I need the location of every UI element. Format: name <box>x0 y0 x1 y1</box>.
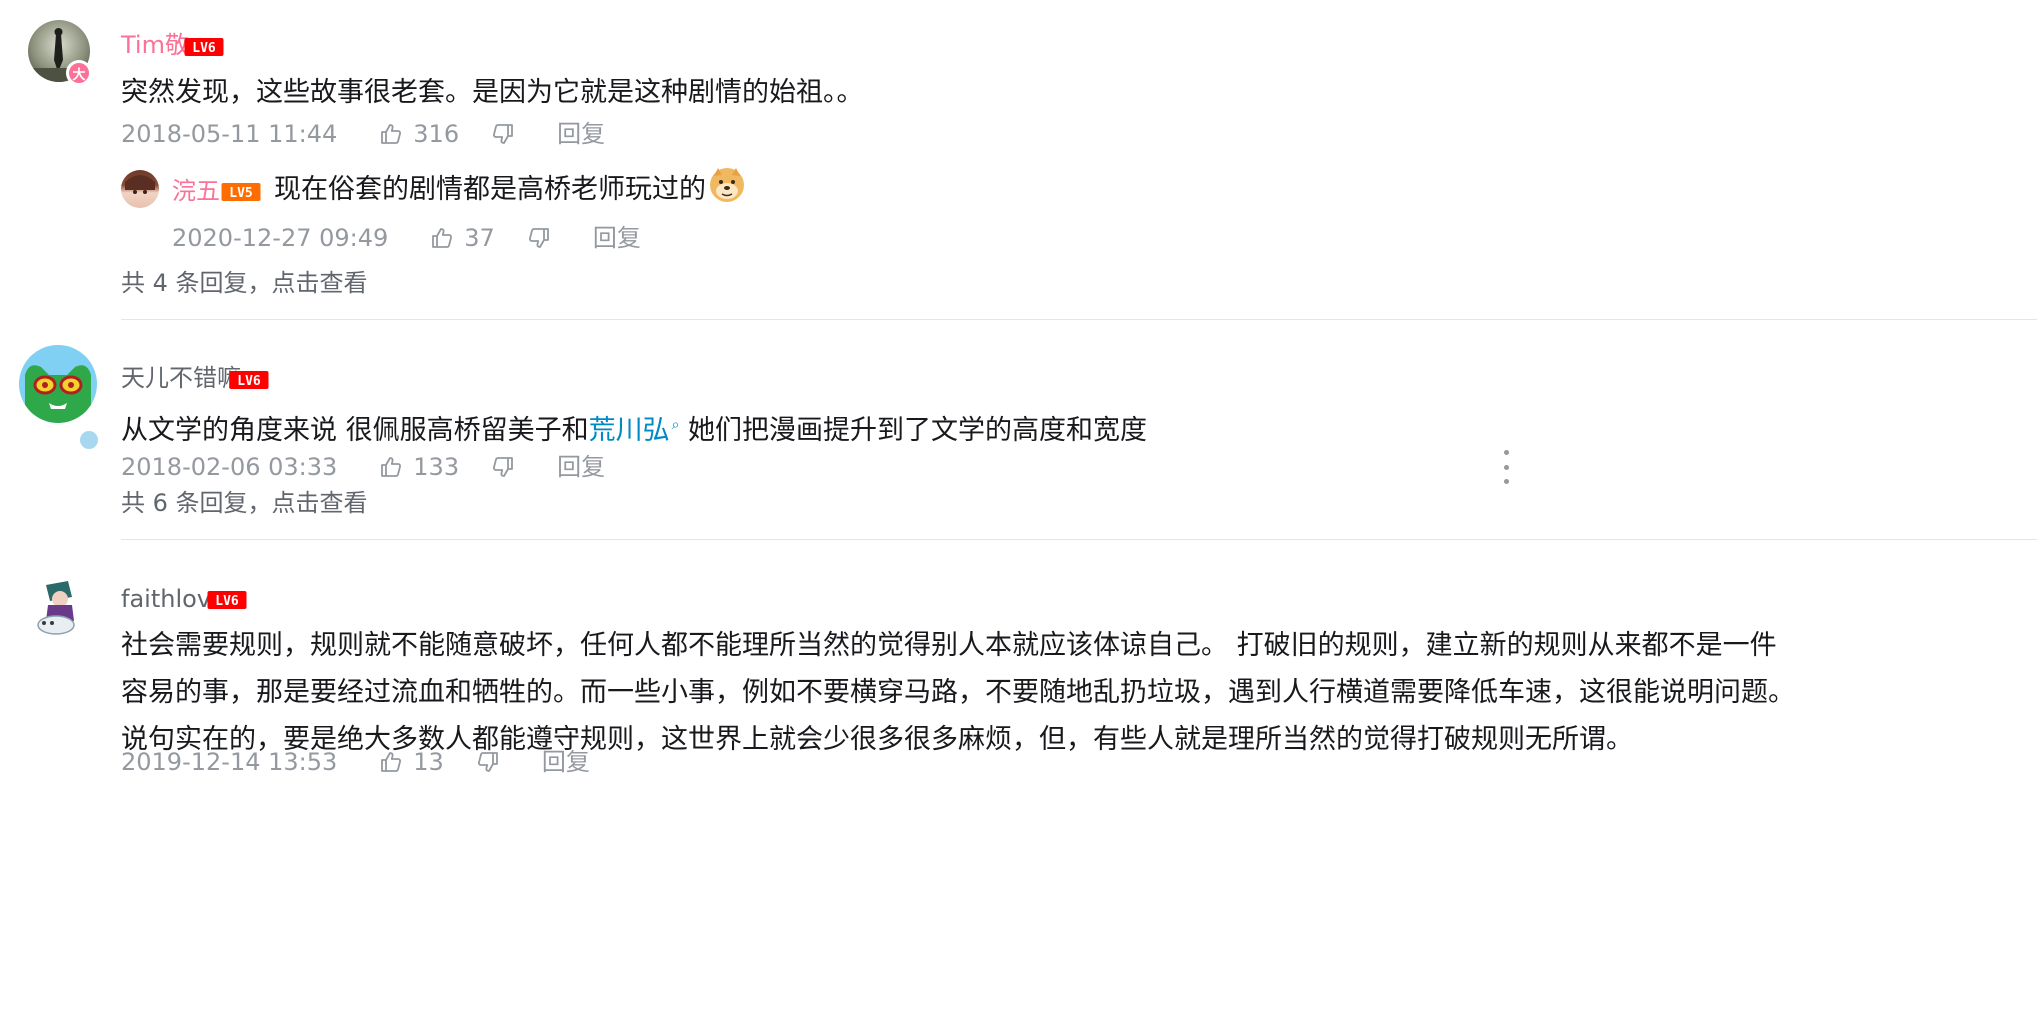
like-button[interactable]: 133 <box>379 452 459 482</box>
comment-item: 天儿不错嘛 LV6 从文学的角度来说 很佩服高桥留美子和荒川弘 ⌕ 她们把漫画提升… <box>0 320 2037 540</box>
like-count: 133 <box>413 453 460 481</box>
thumb-down-icon <box>493 124 513 144</box>
comment-line: 社会需要规则，规则就不能随意破坏，任何人都不能理所当然的觉得别人本就应该体谅自己… <box>121 630 1777 661</box>
reply-button[interactable]: 回复 <box>593 223 641 253</box>
like-button[interactable]: 316 <box>379 119 459 149</box>
like-count: 37 <box>464 224 495 252</box>
level-6-icon: LV6 <box>207 591 247 609</box>
thumb-down-icon <box>477 752 498 772</box>
thumb-up-icon <box>381 124 402 144</box>
svg-text:LV6: LV6 <box>192 41 216 56</box>
comment-meta: 2018-02-06 03:33 133 回复 <box>121 452 605 482</box>
reply-button[interactable]: 回复 <box>557 452 605 482</box>
comment-line: 容易的事，那是要经过流血和牺牲的。而一些小事，例如不要横穿马路，不要随地乱扔垃圾… <box>121 677 1795 708</box>
level-6-icon: LV6 <box>229 371 269 389</box>
dislike-button[interactable] <box>476 750 500 774</box>
more-options-icon[interactable] <box>1496 450 1516 484</box>
username[interactable]: 天儿不错嘛 <box>121 363 241 393</box>
avatar[interactable] <box>19 345 101 452</box>
sub-reply-avatar[interactable] <box>121 170 159 208</box>
svg-text:LV6: LV6 <box>215 594 239 609</box>
comment-text: 社会需要规则，规则就不能随意破坏，任何人都不能理所当然的觉得别人本就应该体谅自己… <box>121 622 1795 763</box>
like-count: 13 <box>413 748 444 776</box>
level-6-icon: LV6 <box>184 38 224 56</box>
dislike-button[interactable] <box>491 455 515 479</box>
thumb-down-icon <box>528 228 549 248</box>
thumb-up-icon <box>381 457 402 477</box>
thumb-up-icon <box>432 228 453 248</box>
comment-text: 突然发现，这些故事很老套。是因为它就是这种剧情的始祖。。 <box>121 77 864 108</box>
dislike-button[interactable] <box>527 226 551 250</box>
dislike-button[interactable] <box>491 122 515 146</box>
view-more-replies[interactable]: 共 6 条回复，点击查看 <box>121 488 368 518</box>
username[interactable]: Tim敬 <box>121 30 189 60</box>
svg-text:LV6: LV6 <box>237 374 261 389</box>
avatar[interactable]: 大 <box>28 20 92 86</box>
view-more-replies[interactable]: 共 4 条回复，点击查看 <box>121 268 368 298</box>
thumb-up-icon <box>381 752 402 772</box>
level-5-icon: LV5 <box>221 183 261 201</box>
sub-reply-text: 现在俗套的剧情都是高桥老师玩过的 <box>274 166 746 213</box>
like-button[interactable]: 37 <box>430 223 495 253</box>
reply-button[interactable]: 回复 <box>542 747 590 777</box>
sub-reply-time: 2020-12-27 09:49 <box>172 224 389 252</box>
reply-button[interactable]: 回复 <box>557 119 605 149</box>
comment-meta: 2018-05-11 11:44 316 回复 <box>121 119 605 149</box>
svg-text:LV5: LV5 <box>229 186 252 201</box>
like-button[interactable]: 13 <box>379 747 444 777</box>
comment-item: faithlove LV6 社会需要规则，规则就不能随意破坏，任何人都不能理所当… <box>0 540 2037 1025</box>
comment-text: 从文学的角度来说 很佩服高桥留美子和荒川弘 ⌕ 她们把漫画提升到了文学的高度和宽度 <box>121 415 1148 446</box>
comment-meta: 2019-12-14 13:53 13 回复 <box>121 747 590 777</box>
comment-time: 2019-12-14 13:53 <box>121 748 338 776</box>
sub-reply-meta: 2020-12-27 09:49 37 回复 <box>172 223 641 253</box>
comment-time: 2018-05-11 11:44 <box>121 120 338 148</box>
comment-item: 大 Tim敬 LV6 突然发现，这些故事很老套。是因为它就是这种剧情的始祖。。 … <box>0 0 2037 320</box>
vip-badge: 大 <box>66 60 92 86</box>
like-count: 316 <box>413 120 460 148</box>
mention-link[interactable]: 荒川弘 <box>589 415 670 446</box>
avatar[interactable] <box>28 577 90 639</box>
thumb-down-icon <box>493 457 513 477</box>
doge-icon <box>710 168 744 202</box>
verified-badge <box>77 428 101 452</box>
comment-time: 2018-02-06 03:33 <box>121 453 338 481</box>
sub-reply-username[interactable]: 浣五 <box>172 176 220 206</box>
